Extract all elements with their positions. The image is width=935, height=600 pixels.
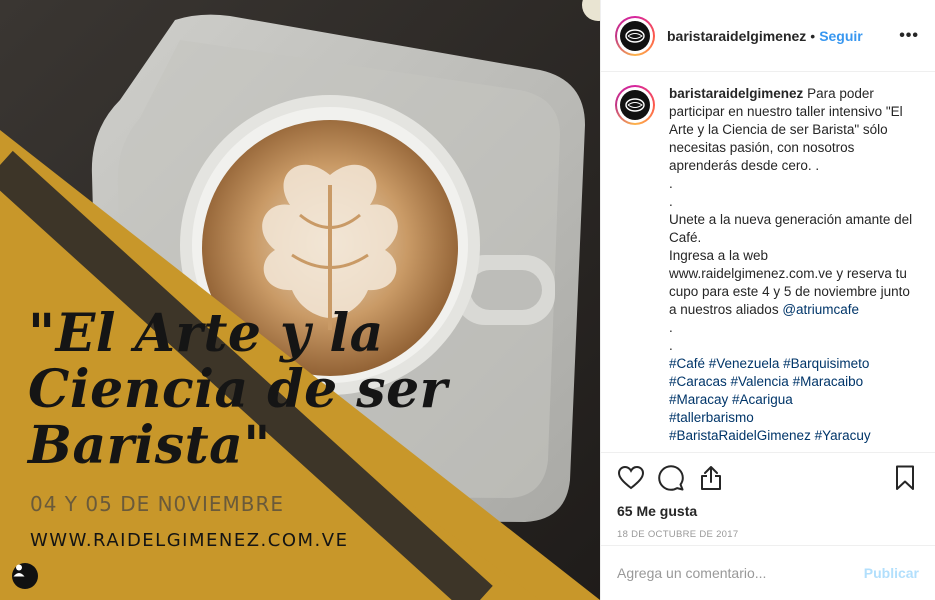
- separator-dot: •: [810, 27, 816, 44]
- share-icon: [701, 466, 721, 490]
- avatar[interactable]: [615, 15, 655, 56]
- more-options-icon[interactable]: •••: [899, 27, 919, 45]
- caption-username[interactable]: baristaraidelgimenez: [669, 86, 803, 101]
- caption-dot: .: [669, 320, 673, 335]
- post-header: baristaraidelgimenez • Seguir •••: [601, 0, 935, 72]
- likes-count[interactable]: 65 Me gusta: [617, 499, 919, 523]
- save-button[interactable]: [891, 464, 919, 492]
- barista-logo-icon: [625, 28, 645, 43]
- comment-button[interactable]: [657, 464, 685, 492]
- hashtags-line[interactable]: #Maracay #Acarigua: [669, 391, 919, 409]
- post-actions: 65 Me gusta 18 DE OCTUBRE DE 2017: [601, 452, 935, 548]
- caption-text: baristaraidelgimenez Para poder particip…: [669, 85, 919, 451]
- poster-title: "El Arte y la Ciencia de ser Barista": [28, 306, 448, 474]
- user-icon: [13, 564, 25, 577]
- tagged-users-button[interactable]: [12, 563, 38, 589]
- barista-logo-icon: [625, 98, 645, 112]
- mention-link[interactable]: @atriumcafe: [782, 302, 859, 317]
- poster-website: WWW.RAIDELGIMENEZ.COM.VE: [30, 530, 349, 551]
- caption-dot: .: [669, 194, 673, 209]
- publish-button[interactable]: Publicar: [864, 565, 919, 581]
- bookmark-icon: [896, 465, 914, 490]
- caption-area[interactable]: baristaraidelgimenez Para poder particip…: [601, 73, 935, 451]
- caption-dot: .: [669, 338, 673, 353]
- poster-title-line: Barista": [28, 415, 271, 476]
- like-button[interactable]: [617, 464, 645, 492]
- post-sidebar: baristaraidelgimenez • Seguir ••• barist…: [600, 0, 935, 600]
- caption-dot: .: [669, 176, 673, 191]
- follow-button[interactable]: Seguir: [819, 28, 863, 44]
- hashtags-line[interactable]: #Café #Venezuela #Barquisimeto: [669, 355, 919, 373]
- caption-line: Ingresa a la web: [669, 248, 769, 263]
- comment-input[interactable]: [617, 565, 864, 581]
- comment-icon: [658, 465, 684, 491]
- share-button[interactable]: [697, 464, 725, 492]
- post-date[interactable]: 18 DE OCTUBRE DE 2017: [617, 529, 919, 540]
- hashtags-line[interactable]: #BaristaRaidelGimenez #Yaracuy: [669, 427, 919, 445]
- hashtags-line[interactable]: #Caracas #Valencia #Maracaibo: [669, 373, 919, 391]
- poster-title-line: "El Arte y la: [28, 303, 384, 364]
- hashtags-line[interactable]: #tallerbarismo: [669, 409, 919, 427]
- add-comment-form: Publicar: [601, 545, 935, 600]
- caption-avatar[interactable]: [615, 85, 655, 125]
- header-username[interactable]: baristaraidelgimenez: [667, 28, 806, 44]
- post-image[interactable]: "El Arte y la Ciencia de ser Barista" 04…: [0, 0, 600, 600]
- poster-dates: 04 Y 05 DE N0VIEMBRE: [30, 492, 284, 516]
- caption-line: Unete a la nueva generación amante del C…: [669, 212, 913, 245]
- poster-title-line: Ciencia de ser: [28, 359, 448, 420]
- heart-icon: [618, 466, 644, 490]
